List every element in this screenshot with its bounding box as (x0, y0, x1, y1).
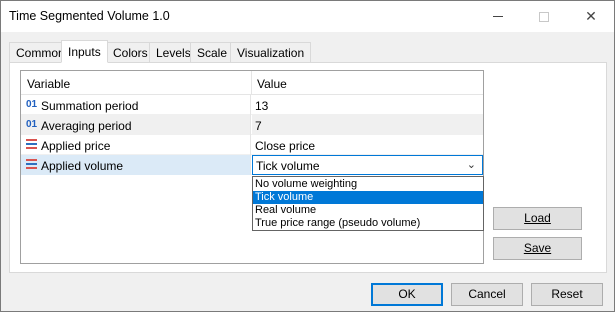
option-real-volume[interactable]: Real volume (253, 204, 483, 217)
load-button-label: Load (524, 211, 551, 225)
cancel-button[interactable]: Cancel (451, 283, 523, 306)
maximize-button (521, 1, 567, 32)
save-button-label: Save (523, 241, 552, 255)
row-value[interactable]: 13 (255, 99, 268, 113)
grid-row-averaging-period[interactable]: 01 Averaging period 7 (21, 115, 483, 135)
applied-volume-options: No volume weighting Tick volume Real vol… (252, 176, 484, 231)
tab-colors[interactable]: Colors (106, 42, 155, 62)
tab-scale[interactable]: Scale (190, 42, 235, 62)
save-button[interactable]: Save (493, 237, 582, 260)
dialog-window: Time Segmented Volume 1.0 ✕ Common Input… (0, 0, 615, 312)
integer-icon: 01 (26, 99, 38, 110)
row-value[interactable]: 7 (255, 119, 262, 133)
tab-visualization[interactable]: Visualization (230, 42, 312, 62)
integer-icon: 01 (26, 119, 38, 130)
ok-button[interactable]: OK (371, 283, 443, 306)
maximize-icon (539, 11, 549, 22)
minimize-button[interactable] (475, 1, 521, 32)
column-divider[interactable] (251, 71, 252, 95)
minimize-icon (493, 16, 503, 17)
column-header-variable[interactable]: Variable (27, 77, 70, 91)
option-true-price-range[interactable]: True price range (pseudo volume) (253, 217, 483, 230)
grid-header: Variable Value (21, 71, 483, 95)
select-value: Tick volume (256, 159, 320, 173)
option-no-volume-weighting[interactable]: No volume weighting (253, 178, 483, 191)
enum-list-icon (26, 159, 37, 170)
chevron-down-icon[interactable]: ⌄ (467, 158, 476, 171)
enum-list-icon (26, 139, 37, 150)
row-label: Summation period (41, 99, 139, 113)
row-label: Applied volume (41, 159, 124, 173)
grid-row-applied-price[interactable]: Applied price Close price (21, 135, 483, 155)
load-button[interactable]: Load (493, 207, 582, 230)
row-value[interactable]: Close price (255, 139, 315, 153)
reset-button[interactable]: Reset (531, 283, 603, 306)
row-label: Averaging period (41, 119, 132, 133)
column-header-value[interactable]: Value (257, 77, 287, 91)
tab-inputs[interactable]: Inputs (61, 40, 108, 63)
applied-volume-select[interactable]: Tick volume ⌄ (252, 155, 483, 175)
inputs-grid: Variable Value 01 Summation period 13 01… (20, 70, 484, 264)
title-bar[interactable]: Time Segmented Volume 1.0 ✕ (1, 1, 614, 32)
close-icon: ✕ (585, 8, 597, 24)
option-tick-volume[interactable]: Tick volume (253, 191, 483, 204)
window-title: Time Segmented Volume 1.0 (9, 9, 170, 23)
grid-row-summation-period[interactable]: 01 Summation period 13 (21, 95, 483, 115)
close-button[interactable]: ✕ (568, 1, 614, 32)
row-label: Applied price (41, 139, 111, 153)
